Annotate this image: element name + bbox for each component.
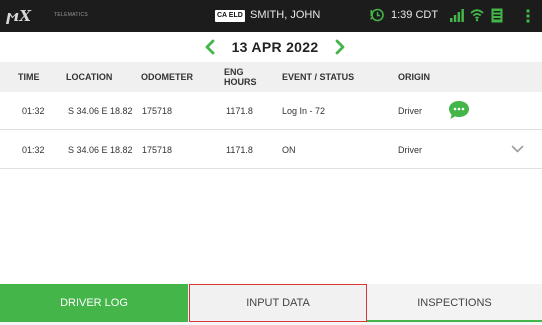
cell-event-status: ON	[282, 145, 296, 155]
cell-event-status: Log In - 72	[282, 106, 326, 116]
more-vert-icon[interactable]	[526, 9, 530, 23]
eld-badge: CA ELD	[215, 10, 245, 22]
header-event-status: EVENT / STATUS	[282, 71, 355, 82]
clock-alert-icon	[370, 8, 384, 22]
cell-eng-hours: 1171.8	[226, 145, 253, 155]
table-row[interactable]: 01:32 S 34.06 E 18.82 175718 1171.8 Log …	[0, 92, 542, 130]
tab-driver-log[interactable]: DRIVER LOG	[0, 284, 188, 322]
date-navigation: 13 APR 2022	[0, 32, 542, 62]
current-date: 13 APR 2022	[231, 39, 319, 55]
cell-origin: Driver	[398, 145, 422, 155]
tab-input-data[interactable]: INPUT DATA	[189, 284, 367, 322]
logo-subtitle: TELEMATICS	[54, 12, 89, 18]
cell-time: 01:32	[22, 106, 45, 116]
header-origin: ORIGIN	[398, 71, 431, 82]
cell-location: S 34.06 E 18.82	[68, 145, 133, 155]
cell-location: S 34.06 E 18.82	[68, 106, 133, 116]
app-logo: ϻX	[6, 7, 50, 28]
header-eng-hours: ENG HOURS	[224, 67, 257, 87]
wifi-icon	[470, 9, 484, 22]
cell-odometer: 175718	[142, 145, 173, 155]
tab-inspections[interactable]: INSPECTIONS	[367, 284, 542, 322]
header-odometer: ODOMETER	[141, 71, 194, 82]
svg-text:ϻX: ϻX	[6, 8, 32, 24]
chevron-down-icon[interactable]	[511, 145, 524, 154]
table-header: TIME LOCATION ODOMETER ENG HOURS EVENT /…	[0, 62, 542, 92]
document-icon	[491, 8, 503, 23]
status-bar: ϻX TELEMATICS CA ELD SMITH, JOHN 1:39 CD…	[0, 0, 542, 32]
chat-bubble-icon[interactable]	[448, 100, 470, 120]
driver-name: SMITH, JOHN	[250, 9, 321, 21]
bottom-tab-bar: DRIVER LOG INPUT DATA INSPECTIONS	[0, 284, 542, 322]
chevron-right-icon[interactable]	[334, 39, 346, 55]
cell-time: 01:32	[22, 145, 45, 155]
chevron-left-icon[interactable]	[204, 39, 216, 55]
table-row[interactable]: 01:32 S 34.06 E 18.82 175718 1171.8 ON D…	[0, 131, 542, 169]
signal-icon	[450, 9, 464, 22]
header-location: LOCATION	[66, 71, 113, 82]
cell-origin: Driver	[398, 106, 422, 116]
clock-time: 1:39 CDT	[391, 9, 439, 21]
header-time: TIME	[18, 71, 40, 82]
cell-odometer: 175718	[142, 106, 173, 116]
cell-eng-hours: 1171.8	[226, 106, 253, 116]
mx-logo-icon: ϻX	[6, 7, 32, 25]
